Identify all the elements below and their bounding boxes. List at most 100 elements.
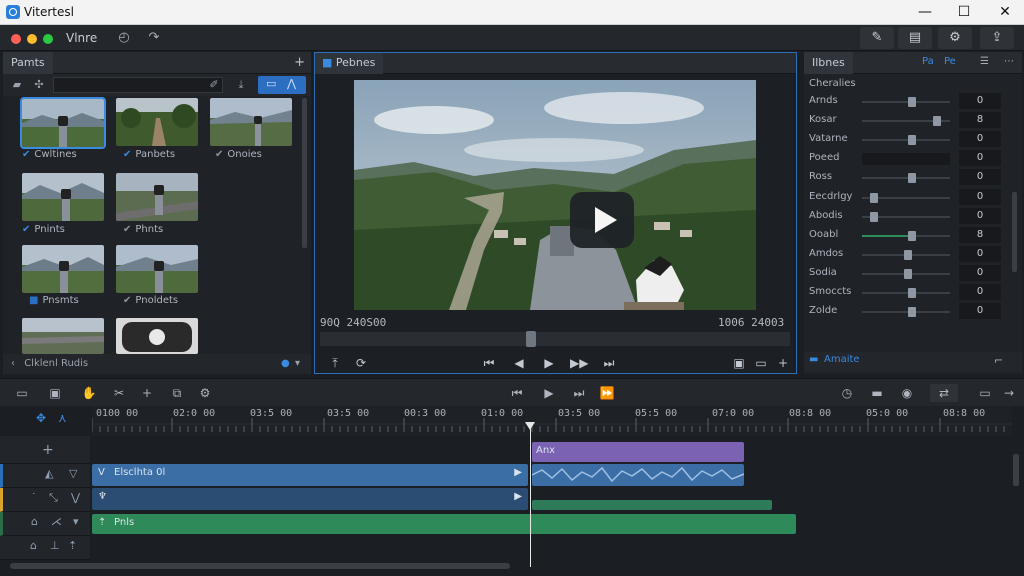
drop-icon[interactable]: ● [281,354,290,374]
play-overlay-button[interactable] [570,192,634,248]
property-slider[interactable] [862,173,950,184]
scrubber-handle[interactable] [526,331,536,347]
tab-properties[interactable]: Ilbnes [804,52,853,74]
property-value-field[interactable]: 0 [959,264,1001,281]
music-clip[interactable]: Anx [532,442,744,462]
track-visibility-icon[interactable]: ▽ [69,467,77,480]
playhead-line[interactable] [530,422,531,567]
property-slider[interactable] [862,192,950,203]
media-scrollbar[interactable] [302,98,307,248]
monitor-icon[interactable]: ▭ [976,384,994,402]
track-up-icon[interactable]: ⇡ [68,539,77,552]
view-toggle[interactable]: ▭ ⋀ [258,76,306,94]
header-link-1[interactable]: Pa [922,56,934,67]
property-slider[interactable] [862,153,950,166]
property-value-field[interactable]: 0 [959,284,1001,300]
add-media-icon[interactable]: + [294,55,305,70]
traffic-minimize-icon[interactable] [27,34,37,44]
media-thumbnail[interactable] [22,173,104,221]
tl-step-forward-icon[interactable]: ⏭ [570,384,588,402]
slider-handle[interactable] [908,288,916,298]
layout-button[interactable]: ▤ [898,27,932,49]
panel-menu-icon[interactable]: ☰ [980,56,989,67]
timeline-hscroll[interactable] [10,563,510,569]
panel-more-icon[interactable]: ⋯ [1004,56,1014,67]
property-value-field[interactable]: 0 [959,131,1001,148]
maximize-button[interactable]: ☐ [955,4,973,20]
slider-handle[interactable] [908,307,916,318]
property-value-field[interactable]: 0 [959,207,1001,224]
add-track-icon[interactable]: + [138,384,156,402]
video-clip-2[interactable] [532,464,744,486]
add-marker-icon[interactable]: + [774,354,792,372]
properties-scrollbar[interactable] [1012,192,1017,272]
timeline-ruler[interactable]: 0100 00 02:0 00 03:5 00 03:5 00 00:3 00 01:0 … [92,406,1012,436]
media-thumbnail[interactable] [22,245,104,293]
media-thumbnail[interactable] [116,318,198,354]
home-icon[interactable]: ⌂ [30,539,37,552]
slider-handle[interactable] [908,97,916,107]
slider-handle[interactable] [870,192,878,203]
menu-icon[interactable]: ▾ [295,354,300,374]
audio-track-clip[interactable]: ⇡ Pnls [92,514,796,534]
mark-in-icon[interactable]: ⤒ [326,354,344,372]
skip-back-icon[interactable]: ⏮ [480,354,498,372]
tl-play-icon[interactable]: ▶ [540,384,558,402]
tools-button[interactable]: ✎ [860,27,894,49]
property-slider[interactable] [862,307,950,318]
slider-handle[interactable] [908,230,916,241]
slider-handle[interactable] [904,268,912,279]
magnet-icon[interactable]: ⋏ [58,411,67,425]
slider-handle[interactable] [908,173,916,184]
property-value-field[interactable]: 0 [959,93,1001,109]
slider-handle[interactable] [904,249,912,260]
save-icon[interactable]: ▣ [46,384,64,402]
timeline-vscroll[interactable] [1013,454,1019,486]
property-slider[interactable] [862,135,950,146]
property-value-field[interactable]: 0 [959,245,1001,262]
link-icon[interactable]: ⇄ [930,384,958,402]
step-back-icon[interactable]: ◀︎ [510,354,528,372]
step-forward-icon[interactable]: ▶▶ [570,354,588,372]
property-slider[interactable] [862,211,950,222]
select-tool-icon[interactable]: ▭ [13,384,31,402]
properties-footer-label[interactable]: Amaite [824,354,860,365]
track-volume-icon[interactable]: ⋁ [71,491,80,504]
tl-skip-back-icon[interactable]: ⏮ [508,384,526,402]
media-thumbnail[interactable] [20,97,106,149]
loop-icon[interactable]: ⟳ [352,354,370,372]
settings-button[interactable]: ⚙ [938,27,972,49]
thumbnail-view-icon[interactable]: ▭ [266,77,276,90]
media-thumbnail[interactable] [22,318,104,354]
hand-tool-icon[interactable]: ✋ [80,384,98,402]
property-value-field[interactable]: 0 [959,169,1001,186]
media-thumbnail[interactable] [116,98,198,146]
grid-icon[interactable]: ✣ [31,77,47,93]
visibility-icon[interactable]: ◉ [898,384,916,402]
tab-preview[interactable]: ■ Pebnes [314,52,384,74]
snapshot-icon[interactable]: ▣ [730,354,748,372]
preview-scrubber[interactable] [320,331,790,347]
timer-icon[interactable]: ◴ [115,29,133,47]
audio-clip[interactable]: ♆ ▶ [92,488,528,510]
media-thumbnail[interactable] [210,98,292,146]
fullscreen-icon[interactable]: ▭ [752,354,770,372]
header-link-2[interactable]: Pe [944,56,956,67]
track-down-icon[interactable]: ⊥ [50,539,60,552]
tab-media[interactable]: Pamts [3,52,53,74]
media-thumbnail[interactable] [116,245,198,293]
split-icon[interactable]: ⧉ [168,384,186,402]
keyframe-icon[interactable]: ⌐ [994,354,1003,367]
property-slider[interactable] [862,116,950,127]
snapshot-icon[interactable]: ▬ [868,384,886,402]
track-waveform-icon[interactable]: ⤡ [49,491,58,505]
settings-icon[interactable]: ⚙ [196,384,214,402]
slider-handle[interactable] [908,135,916,146]
media-search-input[interactable] [53,77,223,93]
property-value-field[interactable]: 0 [959,303,1001,320]
traffic-close-icon[interactable] [11,34,21,44]
playhead-handle[interactable] [525,422,535,430]
property-slider[interactable] [862,230,950,241]
redo-icon[interactable]: ↷ [145,29,163,47]
collapse-icon[interactable]: ‹ [11,358,15,369]
